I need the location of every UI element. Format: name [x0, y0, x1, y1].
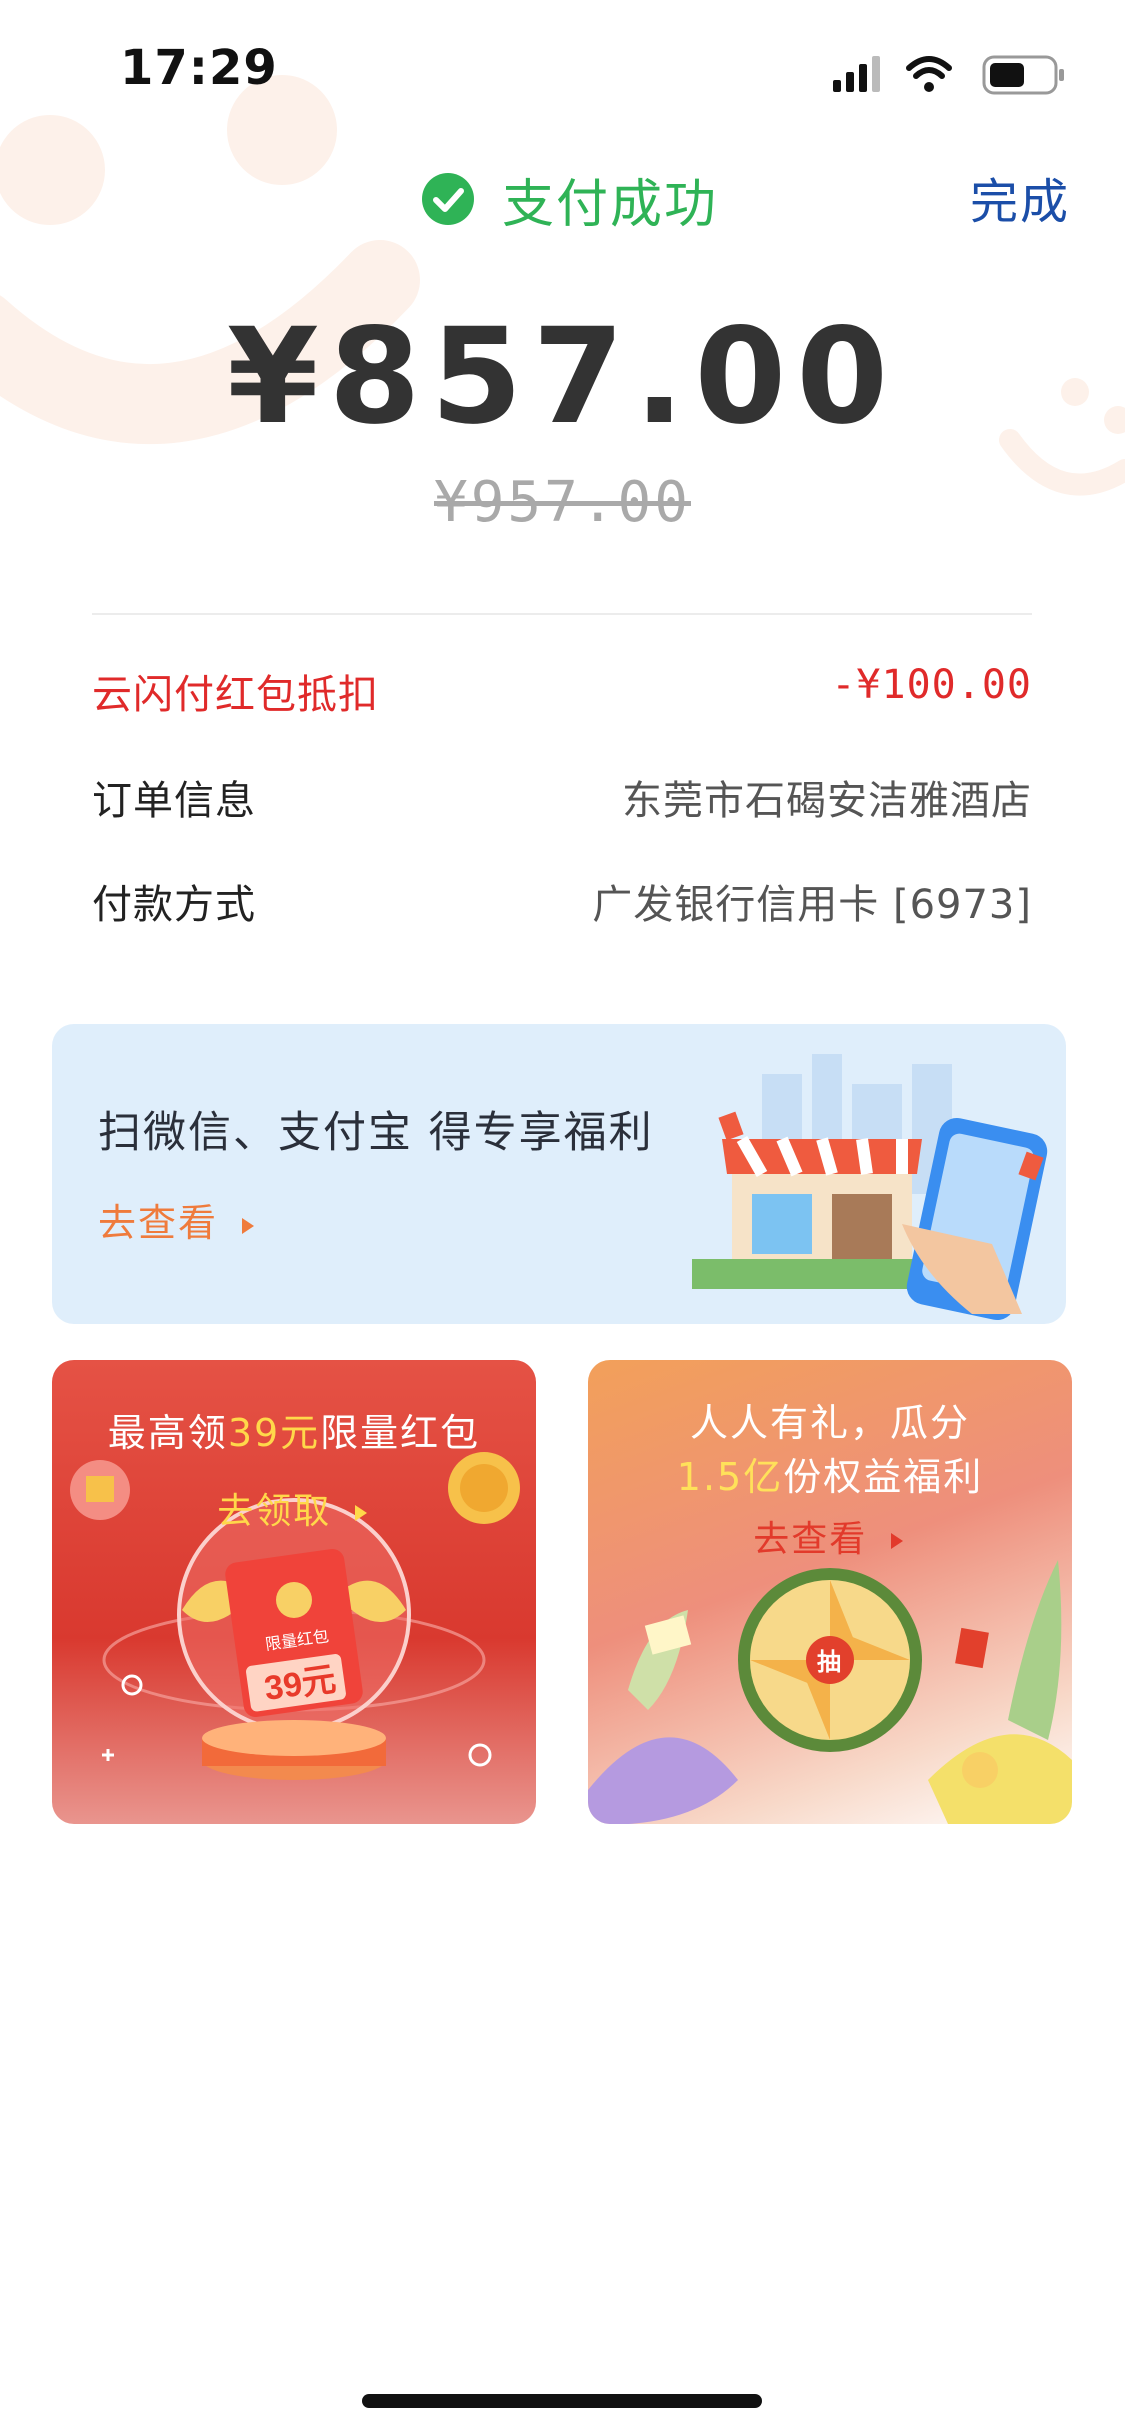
payment-status: 支付成功	[420, 164, 719, 235]
card-title-highlight: 1.5亿	[676, 1455, 784, 1499]
result-header: 支付成功 完成	[0, 150, 1125, 250]
wheel-center-label: 抽	[817, 1649, 841, 1676]
card-title-suffix: 份权益福利	[783, 1455, 984, 1499]
original-amount: ¥957.00	[433, 470, 691, 535]
detail-value: 广发银行信用卡 [6973]	[592, 882, 1032, 928]
signal-icon	[833, 56, 880, 92]
claim-link[interactable]: 去领取	[52, 1482, 536, 1534]
card-title-line2: 1.5亿份权益福利	[588, 1446, 1072, 1501]
status-text: 支付成功	[502, 174, 719, 235]
wifi-icon	[906, 56, 952, 92]
status-bar: 17:29	[0, 0, 1125, 140]
view-link[interactable]: 去查看	[588, 1510, 1072, 1562]
status-icons	[833, 55, 1064, 95]
view-link-label: 去查看	[753, 1519, 868, 1560]
paid-amount: ¥857.00	[226, 300, 899, 454]
battery-icon	[982, 55, 1064, 95]
done-button[interactable]: 完成	[970, 162, 1070, 232]
detail-value: 东莞市石碣安洁雅酒店	[622, 778, 1032, 824]
banner-link[interactable]: 去查看	[98, 1192, 258, 1247]
home-indicator[interactable]	[362, 2394, 762, 2408]
detail-row-order: 订单信息 东莞市石碣安洁雅酒店	[92, 768, 1032, 838]
card-title-prefix: 最高领	[107, 1411, 228, 1455]
promo-card-red-packet[interactable]: 限量红包 39元 最高领39元限量红包 去领取	[52, 1360, 536, 1824]
card-title-suffix: 限量红包	[320, 1411, 481, 1455]
card-title: 最高领39元限量红包	[52, 1402, 536, 1457]
banner-link-label: 去查看	[98, 1201, 219, 1245]
claim-link-label: 去领取	[217, 1491, 332, 1532]
detail-value: -¥100.00	[831, 662, 1032, 708]
detail-label: 云闪付红包抵扣	[92, 672, 379, 718]
promo-card-lottery[interactable]: 抽 人人有礼，瓜分 1.5亿份权益福利 去查看	[588, 1360, 1072, 1824]
shop-illustration	[692, 1054, 1048, 1321]
banner-title: 扫微信、支付宝 得专享福利	[98, 1108, 654, 1158]
card-title-highlight: 39元	[227, 1411, 321, 1455]
check-circle-icon	[422, 173, 474, 225]
detail-row-discount: 云闪付红包抵扣 -¥100.00	[92, 662, 1032, 732]
play-arrow-icon	[354, 1505, 367, 1521]
status-time: 17:29	[120, 40, 278, 96]
play-arrow-icon	[242, 1217, 255, 1234]
detail-label: 订单信息	[92, 778, 256, 824]
card-title-line1: 人人有礼，瓜分	[689, 1401, 970, 1445]
promo-banner-scan[interactable]: 扫微信、支付宝 得专享福利 去查看	[52, 1024, 1066, 1324]
detail-label: 付款方式	[92, 882, 256, 928]
divider	[92, 613, 1032, 615]
detail-row-payment-method: 付款方式 广发银行信用卡 [6973]	[92, 872, 1032, 942]
play-arrow-icon	[890, 1533, 903, 1549]
